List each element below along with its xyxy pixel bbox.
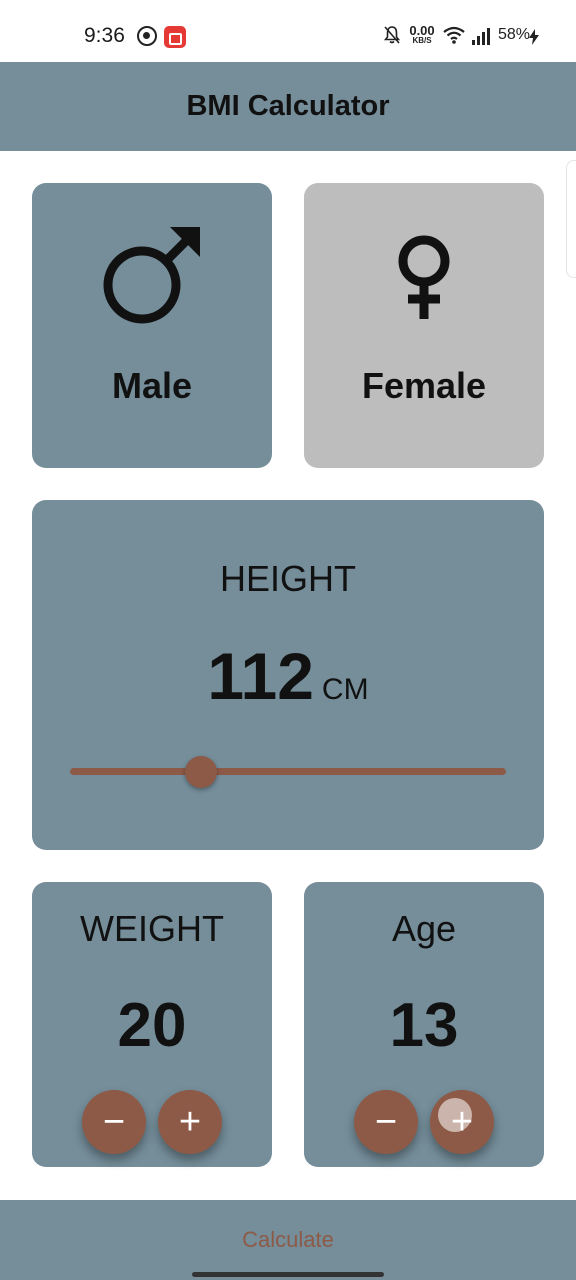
minus-icon: −: [374, 1101, 398, 1143]
height-title: HEIGHT: [219, 558, 356, 599]
age-increment-button[interactable]: +: [430, 1090, 494, 1154]
gesture-nav-handle[interactable]: [192, 1272, 384, 1277]
signal-icon: [472, 27, 492, 45]
plus-icon: +: [178, 1101, 202, 1143]
height-value-row: 112 CM: [32, 638, 544, 714]
male-card[interactable]: Male: [32, 183, 272, 468]
whatsapp-icon: [137, 26, 157, 46]
status-time: 9:36: [84, 24, 125, 47]
charging-bolt-icon: [529, 29, 539, 45]
male-icon: [102, 225, 202, 325]
weight-increment-button[interactable]: +: [158, 1090, 222, 1154]
wifi-icon: [443, 26, 465, 44]
female-icon: [392, 235, 456, 319]
calculate-label: Calculate: [242, 1227, 334, 1252]
calculate-button[interactable]: Calculate: [0, 1200, 576, 1280]
battery-level: 58%: [498, 26, 531, 43]
screen-record-icon: [164, 26, 186, 48]
height-card: HEIGHT 112 CM: [32, 500, 544, 850]
male-label: Male: [111, 365, 193, 406]
network-speed-unit: KB/S: [412, 36, 432, 45]
bell-muted-icon: [383, 26, 401, 44]
weight-card: WEIGHT 20 − +: [32, 882, 272, 1167]
minus-icon: −: [102, 1101, 126, 1143]
weight-title: WEIGHT: [80, 908, 224, 949]
app-title: BMI Calculator: [186, 90, 390, 122]
app-bar: BMI Calculator: [0, 62, 576, 151]
status-bar: 9:36 0.00 KB/S 58%: [0, 0, 576, 62]
network-speed: 0.00 KB/S: [408, 24, 436, 45]
female-card[interactable]: Female: [304, 183, 544, 468]
edge-panel-handle[interactable]: [566, 160, 576, 278]
weight-value: 20: [117, 991, 187, 1060]
height-unit: CM: [321, 673, 369, 706]
age-card: Age 13 − +: [304, 882, 544, 1167]
weight-decrement-button[interactable]: −: [82, 1090, 146, 1154]
height-slider-track[interactable]: [70, 768, 506, 775]
age-title: Age: [391, 908, 457, 949]
plus-icon: +: [450, 1101, 474, 1143]
age-decrement-button[interactable]: −: [354, 1090, 418, 1154]
height-slider-thumb[interactable]: [184, 756, 217, 788]
height-value: 112: [207, 639, 314, 713]
age-value: 13: [389, 991, 459, 1060]
female-label: Female: [361, 365, 487, 406]
